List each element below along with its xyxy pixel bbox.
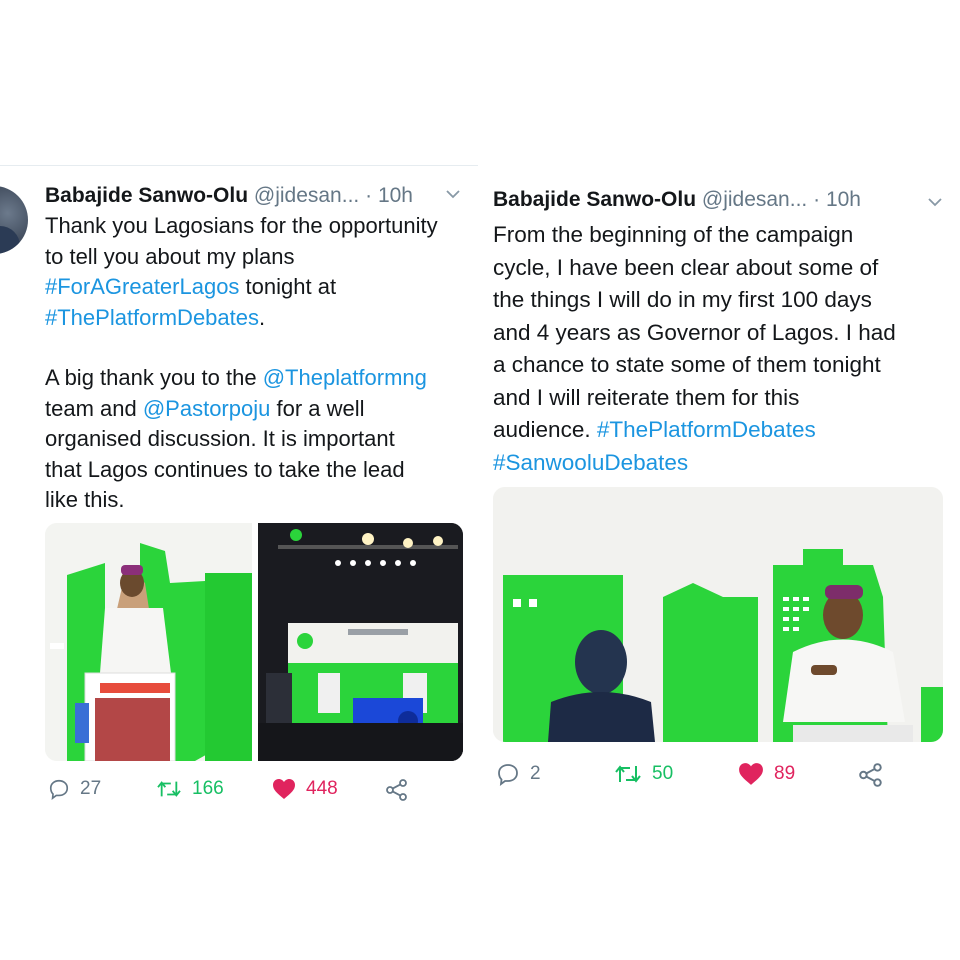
text-line: organised discussion. It is important [45,424,470,455]
reply-button[interactable]: 2 [496,762,541,786]
tweet-right[interactable]: Babajide Sanwo-Olu @jidesan... · 10h Fro… [480,172,960,832]
retweet-icon [615,765,641,783]
timestamp[interactable]: 10h [826,188,861,211]
tweet-photo-2[interactable] [258,523,463,761]
tweet-photo-1[interactable] [45,523,252,761]
text-segment: and I will reiterate them for this [493,384,800,410]
text-segment: organised discussion. It is important [45,426,395,451]
photo-speaker-stage [493,487,943,742]
text-segment: tonight at [239,274,337,299]
text-line: to tell you about my plans [45,242,470,273]
photo-speaker-podium [45,523,252,761]
text-line: a chance to state some of them tonight [493,349,948,382]
tweet-text: Thank you Lagosians for the opportunity t… [45,211,470,516]
timestamp[interactable]: 10h [378,184,413,207]
like-button[interactable]: 89 [738,762,795,786]
share-icon [859,763,882,787]
author-name[interactable]: Babajide Sanwo-Olu [45,184,248,207]
text-line: audience. #ThePlatformDebates [493,414,948,447]
like-count: 448 [306,778,338,799]
mention-link[interactable]: @Theplatformng [263,365,427,390]
separator-dot: · [365,184,373,207]
reply-button[interactable]: 27 [48,778,101,800]
reply-icon [498,764,518,786]
text-line: #ForAGreaterLagos tonight at [45,272,470,303]
text-line: team and @Pastorpoju for a well [45,394,470,425]
text-segment: the things I will do in my first 100 day… [493,287,872,312]
share-icon [386,779,407,801]
text-segment: Thank you Lagosians for the opportunity [45,213,438,238]
tweet-header: Babajide Sanwo-Olu @jidesan... · 10h [493,188,861,212]
text-segment: and 4 years as Governor of Lagos. I had [493,319,896,345]
text-line: and 4 years as Governor of Lagos. I had [493,317,948,350]
mention-link[interactable]: @Pastorpoju [143,396,271,421]
tweet-text: From the beginning of the campaign cycle,… [493,219,948,479]
text-segment: like this. [45,487,125,512]
text-segment: that Lagos continues to take the lead [45,456,405,482]
hashtag-link[interactable]: #SanwooluDebates [493,450,688,475]
text-line: the things I will do in my first 100 day… [493,284,948,317]
separator-dot: · [813,188,821,211]
text-segment: cycle, I have been clear about some of [493,254,879,280]
tweet-photo[interactable] [493,487,943,742]
author-handle[interactable]: @jidesan... [254,184,359,207]
author-handle[interactable]: @jidesan... [702,188,807,211]
text-line: that Lagos continues to take the lead [45,455,470,486]
reply-icon [49,779,69,800]
reply-count: 27 [80,778,102,799]
text-segment: for a well [270,395,365,421]
reply-count: 2 [530,763,541,784]
text-line: like this. [45,485,470,516]
text-line: A big thank you to the @Theplatformng [45,363,470,394]
retweet-count: 166 [192,778,224,799]
text-line: #SanwooluDebates [493,447,948,480]
text-line: cycle, I have been clear about some of [493,252,948,285]
hashtag-link[interactable]: #ThePlatformDebates [597,417,816,442]
chevron-down-icon[interactable] [445,186,461,202]
retweet-button[interactable]: 50 [614,762,673,786]
text-line: Thank you Lagosians for the opportunity [45,211,470,242]
hashtag-link[interactable]: #ThePlatformDebates [45,305,259,330]
heart-icon [739,763,763,785]
heart-icon [273,779,295,799]
text-segment: A big thank you to the [45,365,263,390]
text-line: #ThePlatformDebates. [45,303,470,334]
text-segment: to tell you about my plans [45,243,295,269]
retweet-button[interactable]: 166 [156,778,224,800]
chevron-down-icon[interactable] [927,194,943,210]
text-segment: a chance to state some of them tonight [493,352,881,377]
text-segment: audience. [493,417,597,442]
share-button[interactable] [385,778,409,802]
share-button[interactable] [858,762,884,788]
text-line: From the beginning of the campaign [493,219,948,252]
retweet-icon [157,781,181,797]
like-button[interactable]: 448 [272,778,338,800]
text-segment: From the beginning of the campaign [493,222,854,247]
retweet-count: 50 [652,763,674,784]
text-segment: . [259,304,266,330]
photo-debate-stage [258,523,463,761]
text-line: and I will reiterate them for this [493,382,948,415]
like-count: 89 [774,763,796,784]
author-name[interactable]: Babajide Sanwo-Olu [493,188,696,211]
hashtag-link[interactable]: #ForAGreaterLagos [45,274,239,299]
tweet-left[interactable]: Babajide Sanwo-Olu @jidesan... · 10h Tha… [0,165,478,825]
text-segment: team and [45,395,143,421]
avatar[interactable] [0,186,28,254]
tweet-header: Babajide Sanwo-Olu @jidesan... · 10h [45,184,413,208]
